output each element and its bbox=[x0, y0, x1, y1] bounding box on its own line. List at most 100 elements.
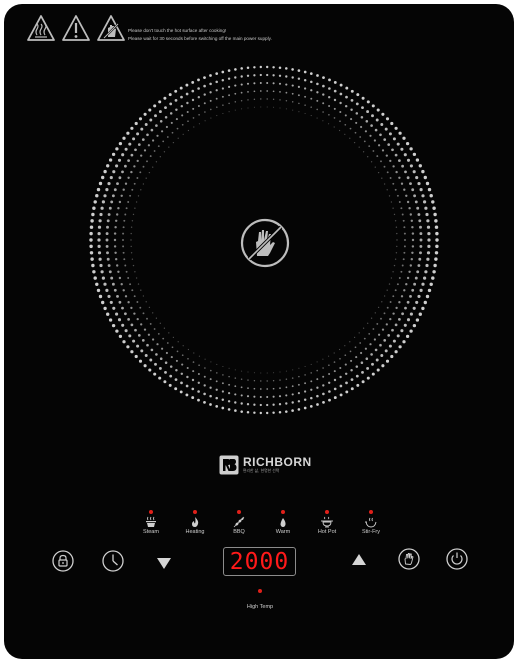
ring-dot bbox=[126, 131, 130, 135]
ring-dot bbox=[373, 338, 377, 341]
ring-dot bbox=[385, 359, 390, 363]
ring-dot bbox=[418, 257, 422, 261]
ring-dot bbox=[412, 170, 416, 174]
ring-dot bbox=[103, 169, 107, 174]
ring-dot bbox=[421, 194, 425, 198]
ring-dot bbox=[118, 176, 122, 180]
ring-dot bbox=[376, 322, 379, 325]
ring-dot bbox=[203, 392, 206, 396]
ring-dot bbox=[185, 384, 189, 388]
ring-dot bbox=[209, 91, 212, 94]
ring-dot bbox=[122, 188, 125, 191]
ring-dot bbox=[322, 401, 325, 404]
ring-dot bbox=[234, 109, 236, 111]
ring-dot bbox=[89, 225, 94, 229]
ring-dot bbox=[427, 231, 431, 236]
ring-dot bbox=[423, 200, 427, 204]
ring-dot bbox=[333, 370, 336, 373]
ring-dot bbox=[209, 386, 212, 389]
ring-dot bbox=[393, 264, 396, 267]
up-arrow-icon[interactable] bbox=[348, 549, 370, 571]
ring-dot bbox=[172, 141, 175, 144]
ring-dot bbox=[234, 385, 237, 388]
ring-dot bbox=[144, 354, 148, 357]
ring-dot bbox=[411, 232, 415, 235]
ring-dot bbox=[107, 264, 111, 267]
ring-dot bbox=[426, 251, 431, 255]
ring-dot bbox=[103, 282, 107, 286]
ring-dot bbox=[159, 322, 161, 324]
ring-dot bbox=[396, 283, 399, 286]
ring-dot bbox=[403, 251, 406, 254]
ring-dot bbox=[390, 201, 393, 203]
ring-dot bbox=[339, 384, 343, 388]
ring-dot bbox=[344, 123, 347, 126]
ring-dot bbox=[322, 84, 325, 88]
ring-dot bbox=[227, 77, 231, 80]
ring-dot bbox=[417, 294, 421, 298]
timer-icon[interactable] bbox=[102, 550, 124, 572]
ring-dot bbox=[333, 126, 335, 128]
ring-dot bbox=[375, 358, 379, 362]
ring-dot bbox=[416, 270, 420, 274]
ring-dot bbox=[197, 398, 200, 402]
mode-steam[interactable]: Steam bbox=[131, 510, 171, 535]
ring-dot bbox=[146, 133, 149, 137]
ring-dot bbox=[394, 126, 398, 130]
ring-dot bbox=[291, 84, 294, 87]
ring-dot bbox=[133, 165, 136, 168]
ring-dot bbox=[298, 375, 300, 378]
ring-dot bbox=[115, 329, 119, 333]
ring-dot bbox=[425, 212, 429, 217]
ring-dot bbox=[228, 383, 231, 386]
mode-stir-fry[interactable]: Stir-Fry bbox=[351, 510, 391, 535]
ring-dot bbox=[388, 344, 392, 348]
ring-dot bbox=[333, 98, 337, 102]
ring-dot bbox=[209, 74, 212, 77]
ring-dot bbox=[392, 165, 395, 168]
ring-dot bbox=[168, 146, 170, 148]
ring-dot bbox=[285, 100, 288, 102]
ring-dot bbox=[260, 106, 262, 108]
ring-dot bbox=[253, 411, 256, 414]
mode-heating[interactable]: Heating bbox=[175, 510, 215, 535]
ring-dot bbox=[96, 288, 101, 293]
mode-hand-icon[interactable] bbox=[398, 548, 420, 570]
flame-icon bbox=[192, 517, 199, 527]
ring-dot bbox=[246, 395, 250, 398]
mode-warm[interactable]: Warm bbox=[263, 510, 303, 535]
ring-dot bbox=[419, 188, 423, 192]
ring-dot bbox=[418, 219, 422, 223]
ring-dot bbox=[371, 114, 374, 118]
down-arrow-icon[interactable] bbox=[153, 552, 175, 574]
ring-dot bbox=[365, 120, 369, 123]
ring-dot bbox=[333, 396, 337, 400]
ring-dot bbox=[130, 153, 134, 157]
lock-icon[interactable] bbox=[52, 550, 74, 572]
ring-dot bbox=[362, 327, 365, 329]
ring-dot bbox=[221, 70, 225, 74]
ring-dot bbox=[146, 160, 148, 163]
ring-dot bbox=[377, 144, 381, 147]
ring-dot bbox=[339, 375, 342, 379]
ring-dot bbox=[204, 358, 206, 360]
ring-dot bbox=[125, 270, 128, 273]
ring-dot bbox=[371, 372, 375, 376]
mode-bbq[interactable]: BBQ bbox=[219, 510, 259, 535]
ring-dot bbox=[216, 363, 218, 365]
ring-dot bbox=[328, 105, 331, 107]
ring-dot bbox=[434, 219, 438, 223]
ring-dot bbox=[377, 306, 380, 309]
power-icon[interactable] bbox=[446, 548, 468, 570]
ring-dot bbox=[375, 118, 379, 122]
ring-dot bbox=[117, 158, 122, 162]
ring-dot bbox=[181, 363, 184, 366]
ring-dot bbox=[151, 139, 155, 142]
ring-dot bbox=[240, 91, 243, 94]
ring-dot bbox=[304, 365, 306, 368]
ring-dot bbox=[124, 295, 128, 298]
mode-hot-pot[interactable]: Hot Pot bbox=[307, 510, 347, 535]
ring-dot bbox=[304, 112, 306, 115]
ring-dot bbox=[392, 182, 395, 185]
ring-dot bbox=[426, 257, 430, 261]
